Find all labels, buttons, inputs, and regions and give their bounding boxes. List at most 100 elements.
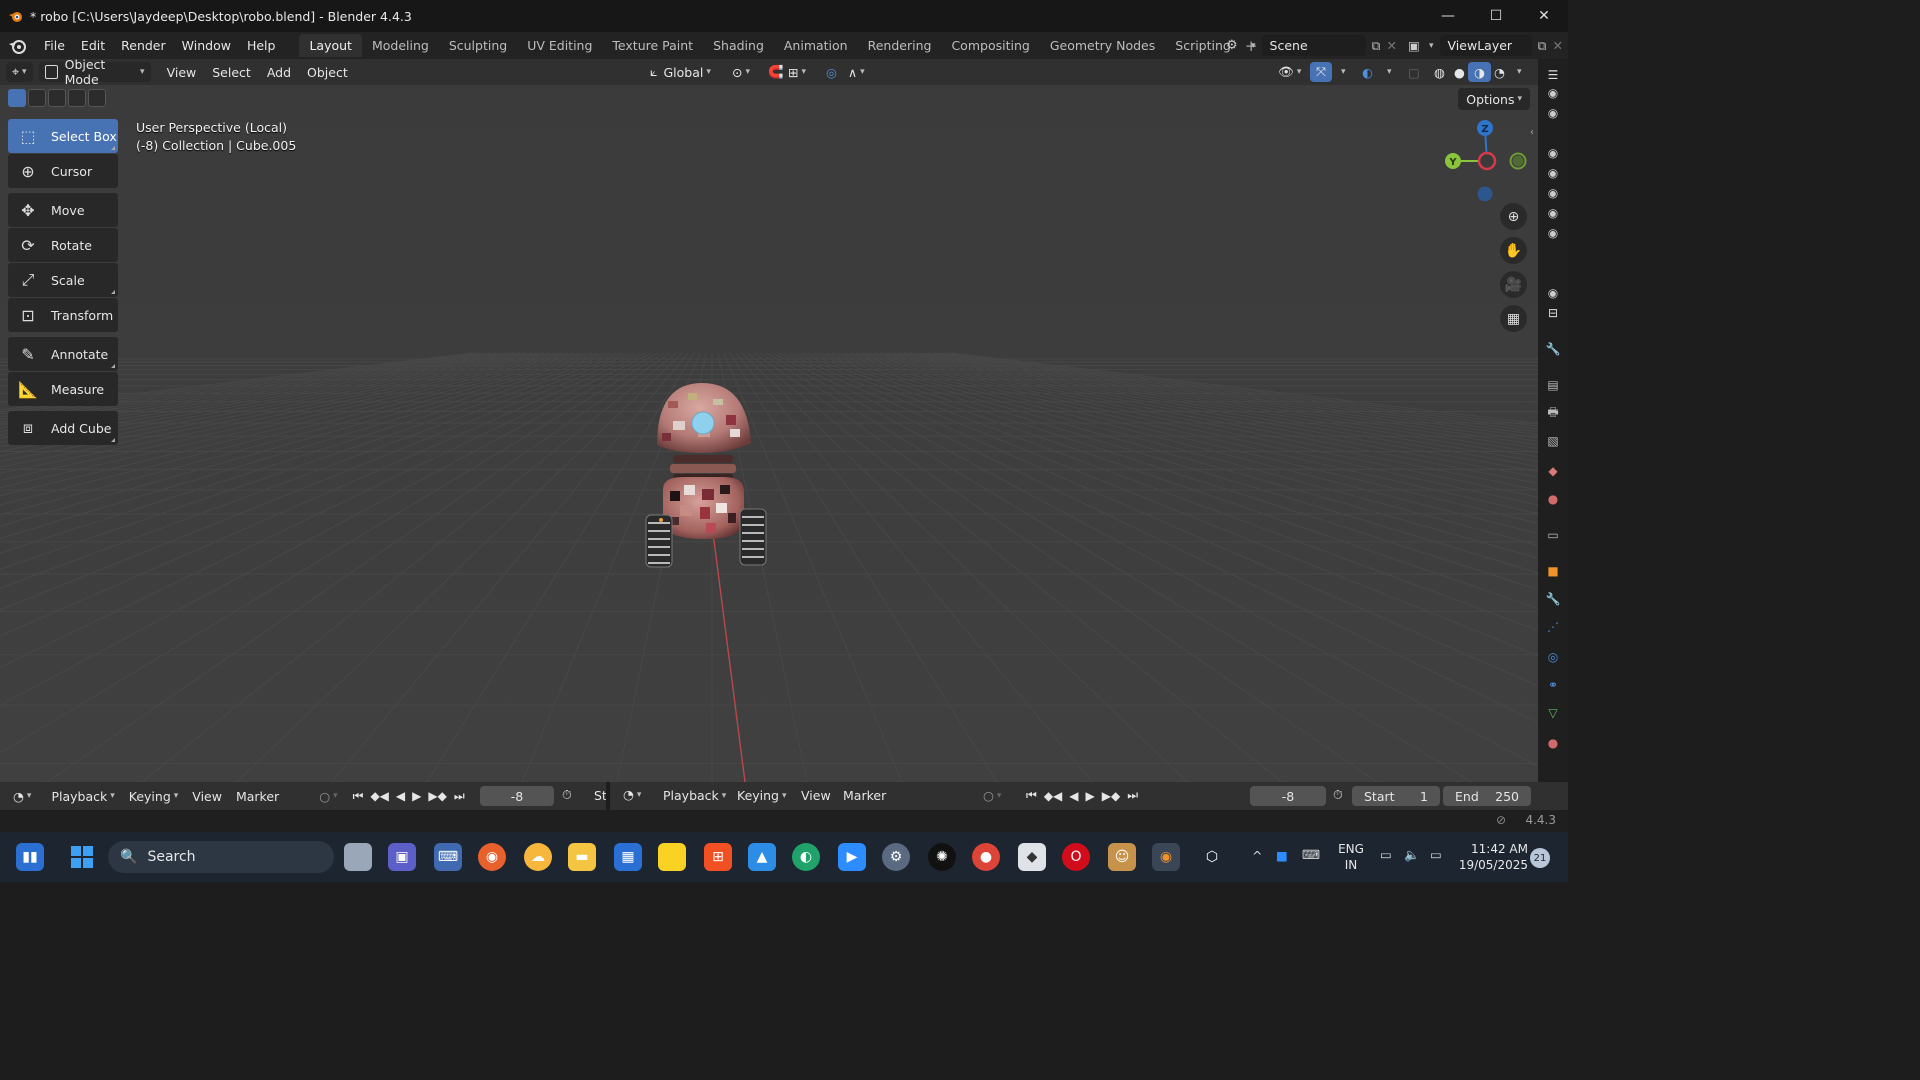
game-app-icon[interactable]: ☺	[1108, 843, 1136, 871]
camera-visibility-icon[interactable]: ◉	[1545, 285, 1561, 301]
sticky-notes-icon[interactable]	[658, 843, 686, 871]
camera-visibility-icon[interactable]: ◉	[1545, 205, 1561, 221]
select-extend-icon[interactable]	[28, 89, 46, 107]
constraints-properties-icon[interactable]: ⚭	[1545, 677, 1561, 693]
timeline2-editor-type[interactable]: ◔ ▾	[616, 787, 648, 802]
output-properties-icon[interactable]: 🖶	[1545, 405, 1561, 421]
zoom-tray-icon[interactable]: ■	[1276, 848, 1288, 863]
task-view-icon[interactable]	[344, 843, 372, 871]
chrome-icon[interactable]: ●	[972, 843, 1000, 871]
overlay-dropdown[interactable]: ▾	[1378, 62, 1398, 82]
select-new-icon[interactable]	[8, 89, 26, 107]
options-dropdown[interactable]: Options ▾	[1458, 88, 1530, 110]
close-button[interactable]: ✕	[1520, 0, 1568, 32]
tab-compositing[interactable]: Compositing	[941, 34, 1039, 57]
photos-icon[interactable]: ▲	[748, 843, 776, 871]
view-layer-properties-icon[interactable]: ▧	[1545, 433, 1561, 449]
battery-icon[interactable]: ▭	[1430, 847, 1442, 862]
auto-keying-toggle[interactable]: ○ ▾	[312, 789, 344, 804]
play-icon[interactable]: ▶	[1086, 789, 1095, 803]
gizmo-x-icon[interactable]	[1477, 151, 1497, 171]
gizmo-toggle[interactable]: ⤧	[1310, 62, 1333, 82]
material-properties-icon[interactable]: ●	[1545, 735, 1561, 751]
timeline-view-menu[interactable]: View	[185, 789, 229, 804]
tool-rotate[interactable]: ⟳ Rotate	[8, 228, 118, 262]
new-view-layer-icon[interactable]: ⧉	[1538, 38, 1547, 54]
maximize-button[interactable]: ☐	[1472, 0, 1520, 32]
settings-icon[interactable]: ⚙	[882, 843, 910, 871]
timeline-playback-menu[interactable]: Playback ▾	[44, 789, 121, 804]
roblox-icon[interactable]: ◆	[1018, 843, 1046, 871]
menu-help[interactable]: Help	[239, 32, 284, 59]
pan-hand-icon[interactable]: ✋	[1500, 237, 1527, 264]
start-frame-field[interactable]: Start 1	[1352, 786, 1440, 806]
microsoft-store-icon[interactable]: ⊞	[704, 843, 732, 871]
orientation-dropdown[interactable]: ⟀ Global ▾	[644, 62, 717, 82]
menu-file[interactable]: File	[36, 32, 73, 59]
file-explorer-pin-icon[interactable]: ⌨	[434, 843, 462, 871]
gizmo-dropdown[interactable]: ▾	[1332, 62, 1352, 82]
tab-rendering[interactable]: Rendering	[858, 34, 942, 57]
minimize-button[interactable]: —	[1424, 0, 1472, 32]
robot-model[interactable]	[640, 381, 780, 591]
select-invert-icon[interactable]	[68, 89, 86, 107]
delete-scene-icon[interactable]: ✕	[1386, 38, 1396, 53]
play-reverse-icon[interactable]: ◀	[396, 789, 405, 803]
tab-modeling[interactable]: Modeling	[362, 34, 439, 57]
render-properties-icon[interactable]: ▤	[1545, 377, 1561, 393]
camera-visibility-icon[interactable]: ◉	[1545, 85, 1561, 101]
zoom-icon[interactable]: ⊕	[1500, 203, 1527, 230]
scene-name-field[interactable]: Scene	[1270, 38, 1308, 53]
view-layer-name-field[interactable]: ViewLayer	[1448, 38, 1513, 53]
3d-viewer-icon[interactable]: ⬡	[1198, 843, 1226, 871]
current-frame-field-2[interactable]: -8	[1250, 786, 1326, 806]
shading-dropdown[interactable]: ▾	[1508, 62, 1528, 82]
start-menu-icon[interactable]	[68, 843, 96, 871]
visibility-dropdown[interactable]: 👁 ▾	[1272, 62, 1307, 82]
ortho-grid-icon[interactable]: ▦	[1500, 305, 1527, 332]
prev-keyframe-icon[interactable]: ◆◀	[370, 789, 388, 803]
network-icon[interactable]: ▭	[1380, 847, 1392, 862]
jump-end-icon[interactable]: ⏭	[454, 789, 465, 804]
tool-select-box[interactable]: ⬚ Select Box	[8, 119, 118, 153]
menu-edit[interactable]: Edit	[73, 32, 113, 59]
camera-visibility-icon[interactable]: ◉	[1545, 185, 1561, 201]
select-subtract-icon[interactable]	[48, 89, 66, 107]
timeline2-marker-menu[interactable]: Marker	[836, 788, 893, 803]
taskbar-search[interactable]: 🔍 Search	[108, 841, 334, 873]
tool-settings-icon[interactable]: 🔧	[1545, 341, 1561, 357]
falloff-dropdown[interactable]: ∧ ▾	[842, 62, 871, 82]
tool-annotate[interactable]: ✎ Annotate	[8, 337, 118, 371]
camera-visibility-icon[interactable]: ◉	[1545, 145, 1561, 161]
keyboard-tray-icon[interactable]: ⌨	[1302, 847, 1320, 862]
camera-view-icon[interactable]: 🎥	[1500, 271, 1527, 298]
delete-view-layer-icon[interactable]: ✕	[1552, 38, 1562, 53]
pivot-dropdown[interactable]: ⊙ ▾	[726, 62, 756, 82]
object-properties-icon[interactable]: ■	[1545, 563, 1561, 579]
select-intersect-icon[interactable]	[88, 89, 106, 107]
viewport-menu-select[interactable]: Select	[204, 59, 259, 86]
timeline2-playback-menu[interactable]: Playback ▾	[656, 788, 733, 803]
gizmo-neg-z-icon[interactable]	[1477, 186, 1493, 202]
scene-caret-icon[interactable]: ▾	[1251, 41, 1256, 51]
3d-viewport[interactable]: User Perspective (Local) (-8) Collection…	[0, 85, 1538, 782]
opera-icon[interactable]: O	[1062, 843, 1090, 871]
particles-properties-icon[interactable]: ⋰	[1545, 619, 1561, 635]
view-layer-icon[interactable]: ▣	[1408, 38, 1426, 53]
viewport-menu-object[interactable]: Object	[299, 59, 356, 86]
area-separator[interactable]	[606, 782, 610, 810]
editor-type-button[interactable]: ⌖ ▾	[6, 62, 33, 82]
timeline-keying-menu[interactable]: Keying ▾	[122, 789, 186, 804]
calendar-icon[interactable]: ▦	[614, 843, 642, 871]
file-explorer-icon[interactable]: ▬	[568, 843, 596, 871]
timeline2-keying-menu[interactable]: Keying ▾	[730, 788, 794, 803]
zoom-app-icon[interactable]: ▶	[838, 843, 866, 871]
outliner-icon[interactable]: ☰	[1545, 67, 1561, 83]
tab-geometry-nodes[interactable]: Geometry Nodes	[1040, 34, 1165, 57]
scene-properties-icon[interactable]: ◆	[1545, 463, 1561, 479]
physics-properties-icon[interactable]: ◎	[1545, 649, 1561, 665]
camera-visibility-icon[interactable]: ◉	[1545, 225, 1561, 241]
tool-move[interactable]: ✥ Move	[8, 193, 118, 227]
timeline-marker-menu[interactable]: Marker	[229, 789, 286, 804]
viewport-menu-view[interactable]: View	[159, 59, 205, 86]
